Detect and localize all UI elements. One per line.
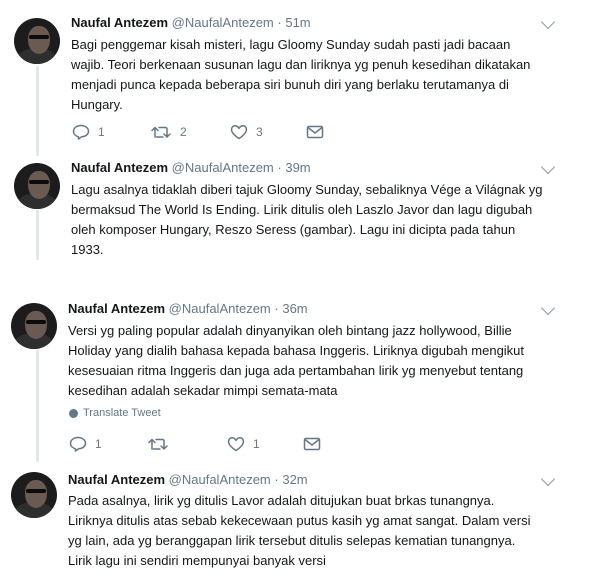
tweet[interactable]: Naufal Antezem @NaufalAntezem · 32m Pada… <box>0 465 593 576</box>
translate-tweet-link[interactable]: Translate Tweet <box>69 407 161 419</box>
avatar[interactable] <box>11 472 57 518</box>
chevron-down-icon[interactable] <box>540 471 556 487</box>
separator: · <box>274 301 279 316</box>
chevron-down-icon[interactable] <box>540 14 556 30</box>
chevron-down-icon[interactable] <box>540 159 556 175</box>
reply-icon <box>69 436 87 452</box>
heart-icon <box>227 436 245 452</box>
avatar[interactable] <box>14 163 60 209</box>
separator: · <box>277 15 282 30</box>
timestamp[interactable]: 51m <box>285 15 310 30</box>
author-name[interactable]: Naufal Antezem <box>71 160 168 175</box>
like-count: 1 <box>253 437 260 451</box>
message-button[interactable] <box>306 123 324 141</box>
retweet-count: 2 <box>180 125 187 139</box>
tweet[interactable]: Naufal Antezem @NaufalAntezem · 51m Bagi… <box>0 0 593 150</box>
author-name[interactable]: Naufal Antezem <box>68 301 165 316</box>
like-count: 3 <box>256 125 263 139</box>
author-handle[interactable]: @NaufalAntezem <box>169 472 271 487</box>
reply-count: 1 <box>98 125 105 139</box>
reply-button[interactable]: 1 <box>72 123 105 141</box>
timestamp[interactable]: 36m <box>282 301 307 316</box>
tweet[interactable]: Naufal Antezem @NaufalAntezem · 36m Vers… <box>0 290 593 465</box>
chevron-down-icon[interactable] <box>540 300 556 316</box>
retweet-icon <box>150 124 172 140</box>
envelope-icon <box>306 124 324 140</box>
timestamp[interactable]: 39m <box>285 160 310 175</box>
tweet-text: Bagi penggemar kisah misteri, lagu Gloom… <box>71 37 531 112</box>
retweet-button[interactable] <box>147 435 177 453</box>
reply-icon <box>72 124 90 140</box>
tweet-text: Lagu asalnya tidaklah diberi tajuk Gloom… <box>71 182 543 257</box>
author-name[interactable]: Naufal Antezem <box>71 15 168 30</box>
author-handle[interactable]: @NaufalAntezem <box>169 301 271 316</box>
envelope-icon <box>303 436 321 452</box>
retweet-icon <box>147 436 169 452</box>
author-handle[interactable]: @NaufalAntezem <box>172 15 274 30</box>
timestamp[interactable]: 32m <box>282 472 307 487</box>
author-handle[interactable]: @NaufalAntezem <box>172 160 274 175</box>
heart-icon <box>230 124 248 140</box>
reply-count: 1 <box>95 437 102 451</box>
tweet-text: Versi yg paling popular adalah dinyanyik… <box>68 323 525 398</box>
like-button[interactable]: 1 <box>227 435 260 453</box>
reply-button[interactable]: 1 <box>69 435 102 453</box>
like-button[interactable]: 3 <box>230 123 263 141</box>
tweet-actions: 1 2 3 <box>72 123 372 141</box>
globe-icon <box>69 408 78 418</box>
author-name[interactable]: Naufal Antezem <box>68 472 165 487</box>
avatar[interactable] <box>14 18 60 64</box>
tweet[interactable]: Naufal Antezem @NaufalAntezem · 39m Lagu… <box>0 150 593 280</box>
tweet-actions: 1 1 <box>69 435 369 453</box>
separator: · <box>274 472 279 487</box>
retweet-button[interactable]: 2 <box>150 123 187 141</box>
message-button[interactable] <box>303 435 321 453</box>
tweet-text: Pada asalnya, lirik yg ditulis Lavor ada… <box>68 493 531 568</box>
separator: · <box>277 160 282 175</box>
avatar[interactable] <box>11 303 57 349</box>
translate-label: Translate Tweet <box>83 407 161 419</box>
